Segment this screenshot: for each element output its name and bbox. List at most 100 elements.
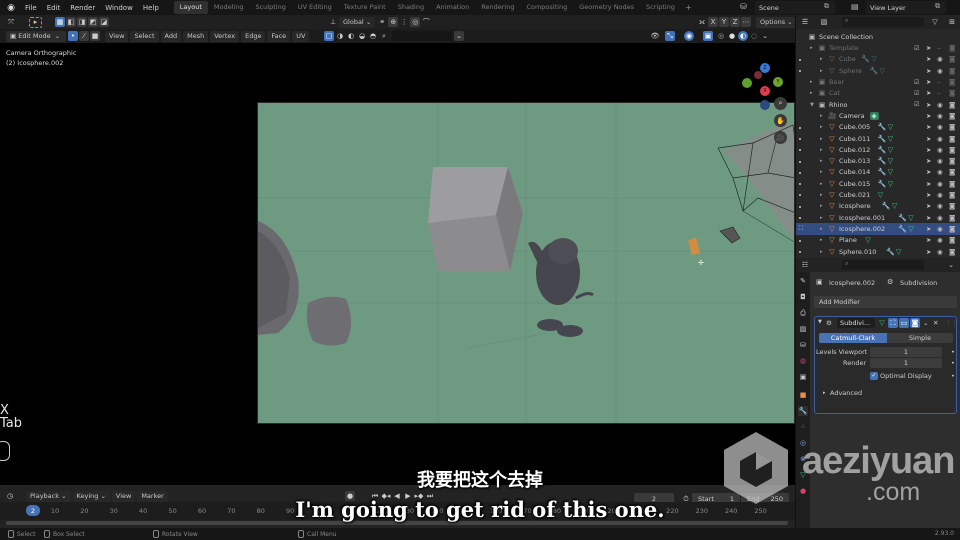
keyframe-dot-icon[interactable]: • (951, 348, 955, 356)
mesh-data-icon[interactable]: ▽ (896, 248, 901, 256)
outliner-row[interactable]: ▸ ▽ Cube.015 🔧 ▽ ➤ ◉ ◙ (796, 178, 960, 189)
visibility-eye-icon[interactable]: ◉ (937, 168, 943, 176)
select-invert-icon[interactable]: ◩ (88, 17, 98, 27)
visibility-eye-icon[interactable]: ◉ (937, 55, 943, 63)
menu-help[interactable]: Help (138, 4, 164, 12)
render-toggle-icon[interactable]: ◙ (910, 318, 920, 328)
properties-editor-type-icon[interactable]: ☷ (800, 260, 810, 270)
falloff-icon[interactable]: ⌒ (421, 17, 431, 27)
outliner-row[interactable]: ▸ ▽ Sphere 🔧 ▽ ➤ ◉ ◙ (796, 65, 960, 76)
tab-collection-icon[interactable]: ▣ (798, 372, 808, 382)
tab-view-layer-icon[interactable]: ▨ (798, 324, 808, 334)
vertex-select-icon[interactable]: • (68, 31, 78, 41)
render-camera-icon[interactable]: ◙ (949, 236, 955, 244)
outliner-row[interactable]: ▸ ▽ Cube.021 ▽ ➤ ◉ ◙ (796, 189, 960, 200)
scene-icon[interactable]: ⛁ (740, 2, 747, 11)
outliner-row[interactable]: ⛶ ▸ ▽ Icosphere.002 🔧 ▽ ➤ ◉ ◙ (796, 223, 960, 235)
mirror-y-button[interactable]: Y (719, 17, 729, 27)
modifier-wrench-icon[interactable]: 🔧 (878, 168, 887, 176)
render-camera-icon[interactable]: ◙ (949, 67, 955, 75)
tab-texture-paint[interactable]: Texture Paint (338, 1, 392, 14)
render-camera-icon[interactable]: ◙ (949, 112, 955, 120)
outliner-row[interactable]: ▼ ▣ Rhino ☑ ➤ ◉ ◙ (796, 99, 960, 110)
mesh-data-icon[interactable]: ▽ (888, 123, 893, 131)
transform-pivot-icon[interactable]: ⤧ (6, 17, 16, 27)
tab-output-icon[interactable]: ⎙ (798, 308, 808, 318)
tab-scene-icon[interactable]: ⛁ (798, 340, 808, 350)
tab-sculpting[interactable]: Sculpting (249, 1, 291, 14)
modifier-remove-icon[interactable]: ✕ (933, 319, 938, 327)
render-camera-icon[interactable]: ◙ (949, 214, 955, 222)
visibility-icon[interactable]: 👁 (650, 31, 660, 41)
outliner-row[interactable]: ▸ ▣ Template ☑ ➤ ⌣ ◙ (796, 43, 960, 54)
select-mode-5-icon[interactable]: ◓ (368, 31, 378, 41)
modifier-wrench-icon[interactable]: 🔧 (878, 180, 887, 188)
visibility-eye-icon[interactable]: ◉ (937, 146, 943, 154)
visibility-eye-icon[interactable]: ◉ (937, 101, 943, 109)
gizmo-neg-y-axis[interactable] (742, 78, 752, 88)
modifier-menu-icon[interactable]: ⌄ (923, 319, 928, 327)
keyframe-dot-icon[interactable]: • (951, 372, 955, 380)
visibility-eye-icon[interactable]: ◉ (937, 123, 943, 131)
camera-view-icon[interactable]: 🎥 (774, 131, 787, 144)
selectable-arrow-icon[interactable]: ➤ (926, 112, 931, 120)
tab-compositing[interactable]: Compositing (520, 1, 573, 14)
new-collection-icon[interactable]: ⊞ (947, 17, 957, 27)
select-extend-icon[interactable]: ◧ (66, 17, 76, 27)
view-layer-selector[interactable]: View Layer (866, 1, 946, 14)
exclude-checkbox[interactable]: ☑ (914, 90, 919, 97)
select-box-mode-icon[interactable]: ▢ (324, 31, 334, 41)
mesh-data-icon[interactable]: ▽ (888, 180, 893, 188)
expand-arrow-icon[interactable]: ▸ (820, 56, 823, 62)
mesh-data-icon[interactable]: ▽ (888, 157, 893, 165)
render-levels-field[interactable]: 1 (870, 358, 942, 368)
gizmo-y-axis[interactable]: Y (773, 77, 783, 87)
view-layer-icon[interactable]: ▤ (851, 2, 859, 11)
mesh-data-icon[interactable]: ▽ (866, 236, 871, 244)
mesh-data-icon[interactable]: ▽ (892, 202, 897, 210)
expand-arrow-icon[interactable]: ▸ (820, 192, 823, 198)
expand-arrow-icon[interactable]: ▸ (820, 237, 823, 243)
face-select-icon[interactable]: ■ (90, 31, 100, 41)
solid-shading-icon[interactable]: ● (727, 31, 737, 41)
modifier-wrench-icon[interactable]: 🔧 (898, 225, 907, 233)
proportional-edit-icon[interactable]: ◎ (410, 17, 421, 27)
expand-arrow-icon[interactable]: ▸ (810, 79, 813, 85)
outliner-row[interactable]: ▸ ▽ Icosphere.001 🔧 ▽ ➤ ◉ ◙ (796, 212, 960, 223)
selectable-arrow-icon[interactable]: ➤ (926, 202, 931, 210)
menu-edit[interactable]: Edit (42, 4, 66, 12)
header-collapse-icon[interactable]: ⌄ (454, 31, 464, 41)
blender-logo-icon[interactable]: ◉ (4, 1, 18, 15)
visibility-eye-icon[interactable]: ◉ (937, 191, 943, 199)
visibility-eye-icon[interactable]: ⌣ (937, 89, 941, 98)
outliner-search-input[interactable]: ⌕ (842, 17, 924, 27)
selectable-arrow-icon[interactable]: ➤ (926, 168, 931, 176)
optimal-display-checkbox[interactable]: ✓ (870, 372, 878, 380)
expand-arrow-icon[interactable]: ▸ (820, 215, 823, 221)
select-mode-2-icon[interactable]: ◑ (335, 31, 345, 41)
tab-render-icon[interactable]: ◘ (798, 292, 808, 302)
tab-modifier-icon[interactable]: 🔧 (798, 406, 808, 416)
pivot-icon[interactable]: ⚭ (377, 17, 387, 27)
simple-button[interactable]: Simple (887, 333, 953, 343)
outliner-row[interactable]: ▸ 🎥 Camera ◈ ➤ ◉ ◙ (796, 110, 960, 121)
orientation-dropdown[interactable]: Global ⌄ (339, 16, 376, 28)
visibility-eye-icon[interactable]: ◉ (937, 180, 943, 188)
selectable-arrow-icon[interactable]: ➤ (926, 67, 931, 75)
selectable-arrow-icon[interactable]: ➤ (926, 123, 931, 131)
mesh-data-icon[interactable]: ▽ (871, 55, 876, 63)
selectable-arrow-icon[interactable]: ➤ (926, 135, 931, 143)
modifier-wrench-icon[interactable]: 🔧 (878, 135, 887, 143)
wireframe-shading-icon[interactable]: ◎ (716, 31, 726, 41)
tab-layout[interactable]: Layout (173, 1, 208, 14)
mode-dropdown[interactable]: ▣ Edit Mode ⌄ (6, 30, 66, 42)
tab-object-icon[interactable]: ■ (798, 390, 808, 400)
filter-icon[interactable]: ▽ (930, 17, 940, 27)
selectable-arrow-icon[interactable]: ➤ (926, 191, 931, 199)
menu-select[interactable]: Select (130, 30, 159, 42)
search-icon[interactable]: ⌕ (379, 31, 389, 41)
properties-options-icon[interactable]: ⌄ (946, 260, 956, 270)
filter-scene-icon[interactable]: ▧ (819, 17, 829, 27)
gizmo-z-axis[interactable]: Z (760, 63, 770, 73)
outliner-row[interactable]: ▸ ▣ Bear ☑ ➤ ⌣ ◙ (796, 76, 960, 87)
